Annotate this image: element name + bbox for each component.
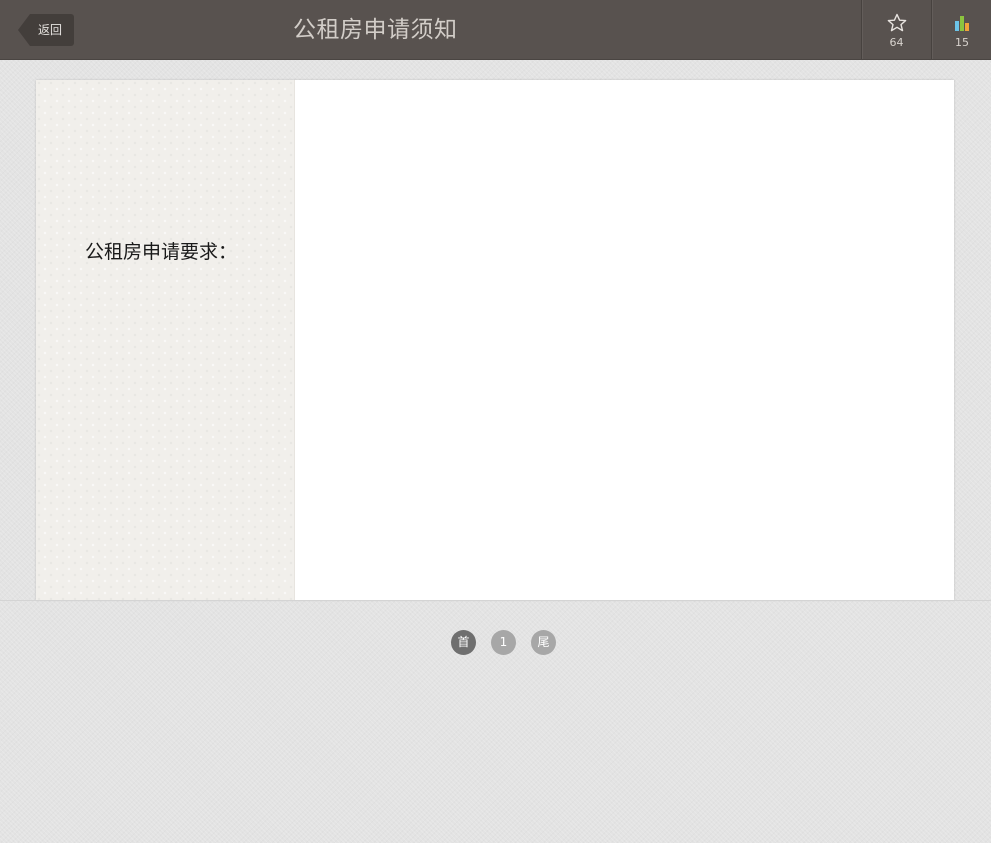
footer-divider bbox=[0, 600, 991, 601]
main-content-area bbox=[295, 80, 954, 600]
section-heading: 公租房申请要求： bbox=[85, 241, 238, 263]
first-page-button[interactable]: 首 bbox=[451, 630, 476, 655]
star-icon bbox=[887, 13, 906, 32]
page-title: 公租房申请须知 bbox=[293, 17, 458, 43]
last-page-button[interactable]: 尾 bbox=[531, 630, 556, 655]
content-card: 公租房申请要求： bbox=[36, 80, 954, 600]
stats-button[interactable]: 15 bbox=[931, 0, 991, 59]
favorite-button[interactable]: 64 bbox=[861, 0, 931, 59]
back-button-label: 返回 bbox=[38, 23, 63, 37]
top-bar: 返回 公租房申请须知 64 15 bbox=[0, 0, 991, 60]
favorite-count: 64 bbox=[889, 36, 904, 49]
bar-chart-icon bbox=[955, 16, 969, 31]
back-button[interactable]: 返回 bbox=[18, 14, 74, 46]
stats-count: 15 bbox=[955, 36, 969, 49]
side-panel: 公租房申请要求： bbox=[36, 80, 295, 600]
page-1-button[interactable]: 1 bbox=[491, 630, 516, 655]
